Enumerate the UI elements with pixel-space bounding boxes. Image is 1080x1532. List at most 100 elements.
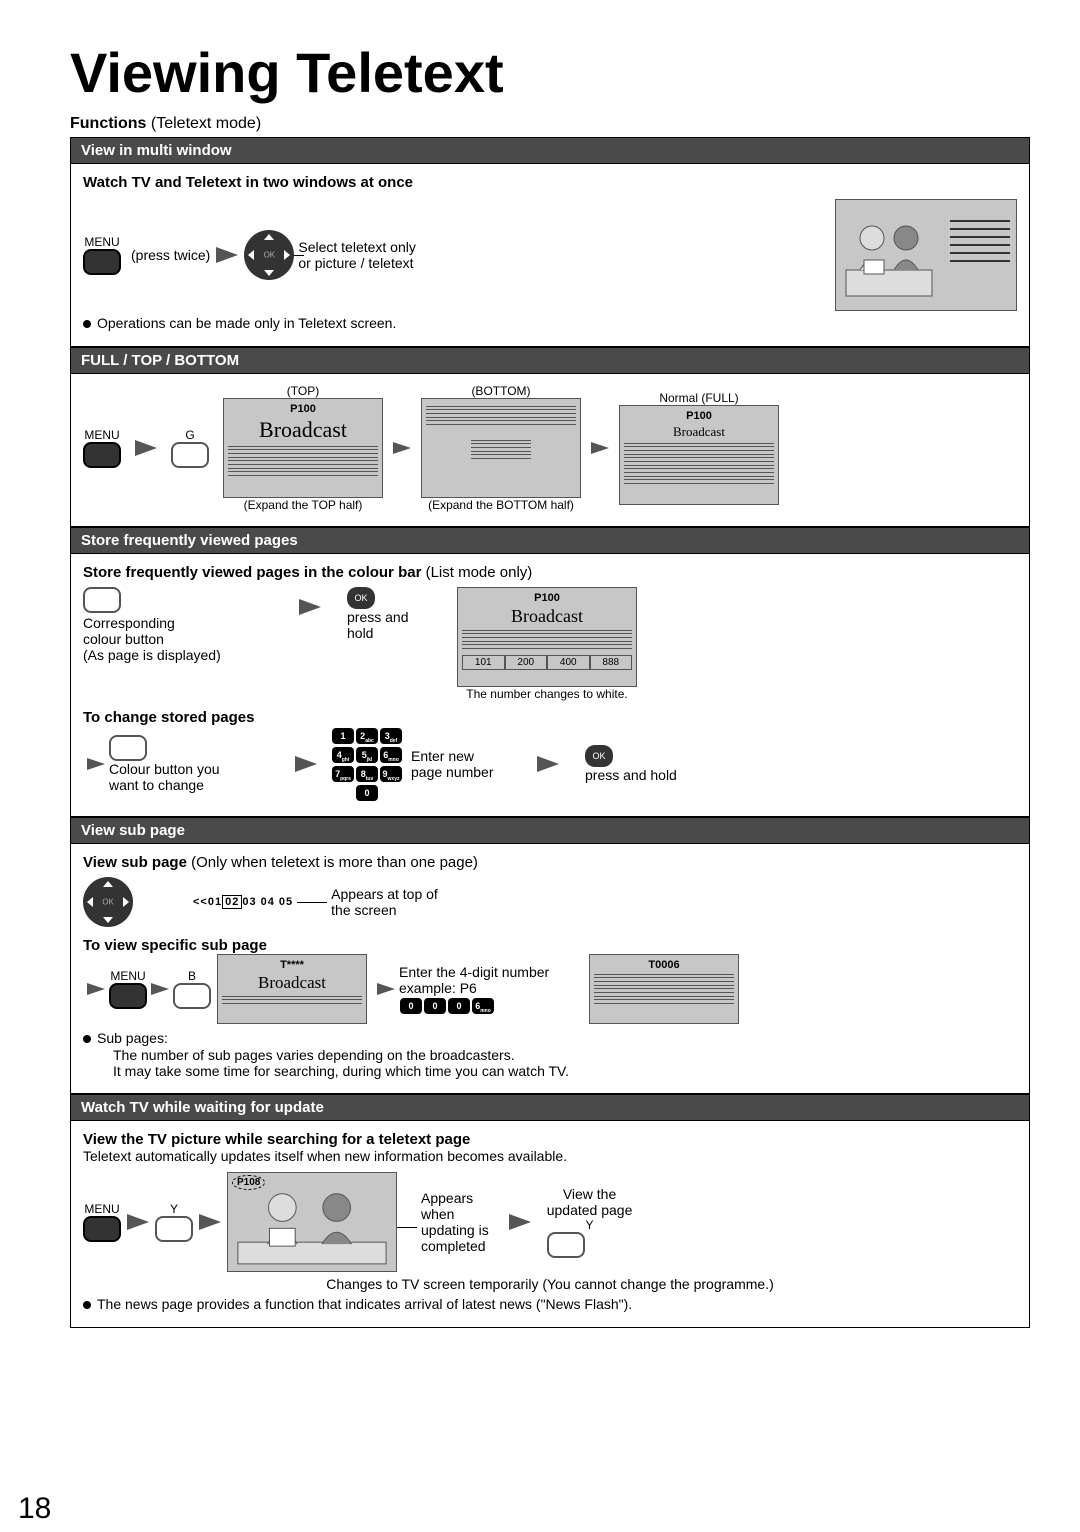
top-label: (TOP) xyxy=(223,384,383,398)
page-number-label: page number xyxy=(411,764,531,780)
broadcast-small-label: Broadcast xyxy=(624,424,774,440)
section-watch-update: View the TV picture while searching for … xyxy=(70,1121,1030,1328)
broadcast-label: Broadcast xyxy=(228,417,378,443)
dpad-icon xyxy=(244,230,294,280)
section-watch-update-header: Watch TV while waiting for update xyxy=(70,1094,1030,1121)
p100-tag: P100 xyxy=(624,410,774,422)
appears-when-label: Appears when updating is completed xyxy=(421,1190,489,1254)
view-tv-bold: View the TV picture while searching for … xyxy=(83,1131,470,1148)
tstar-tag: T**** xyxy=(222,959,362,971)
teletext-auto-label: Teletext automatically updates itself wh… xyxy=(83,1148,1017,1164)
t0006-tag: T0006 xyxy=(594,959,734,971)
section-full-top-bottom-header: FULL / TOP / BOTTOM xyxy=(70,347,1030,374)
yellow-button-icon xyxy=(155,1216,193,1242)
menu-button-icon xyxy=(83,442,121,468)
section-store-pages: Store frequently viewed pages in the col… xyxy=(70,554,1030,817)
view-sub-bold: View sub page xyxy=(83,854,187,871)
enter-new-label: Enter new xyxy=(411,748,531,764)
bullet-icon xyxy=(83,1301,91,1309)
colour-button-icon xyxy=(83,587,121,613)
bottom-label: (BOTTOM) xyxy=(421,384,581,398)
numpad-icon: 12abc3def 4ghi5jkl6mno 7pqrs8tuv9wxyz 0 xyxy=(331,726,403,802)
yellow-button-icon xyxy=(547,1232,585,1258)
colour-button-icon xyxy=(109,735,147,761)
menu-label: MENU xyxy=(83,235,121,249)
section-full-top-bottom: MENU G (TOP) P100 Broadcast (Expand the … xyxy=(70,374,1030,527)
example-label: example: P6 xyxy=(399,980,589,996)
arrow-icon xyxy=(216,247,238,263)
example-keys: 0006mno xyxy=(399,996,589,1015)
arrow-icon xyxy=(509,1214,531,1230)
tv-update-screen: P108 xyxy=(227,1172,397,1272)
arrow-icon xyxy=(199,1214,221,1230)
menu-label: MENU xyxy=(83,1202,121,1216)
arrow-icon xyxy=(87,983,105,995)
select-picture-label: or picture / teletext xyxy=(298,255,416,271)
menu-button-icon xyxy=(83,1216,121,1242)
arrow-icon xyxy=(295,756,317,772)
colour-button-you-label: Colour button you xyxy=(109,761,289,777)
corresponding-label: Corresponding xyxy=(83,615,293,631)
view-updated-label: View the updated page xyxy=(547,1186,633,1218)
normal-full-label: Normal (FULL) xyxy=(619,391,779,405)
arrow-icon xyxy=(377,983,395,995)
to-change-label: To change stored pages xyxy=(83,709,1017,726)
dpad-icon xyxy=(83,877,133,927)
colour-button-label: colour button xyxy=(83,631,293,647)
changes-note: Changes to TV screen temporarily (You ca… xyxy=(83,1276,1017,1292)
menu-label: MENU xyxy=(83,428,121,442)
sub-note2: It may take some time for searching, dur… xyxy=(113,1063,1017,1079)
press-hold-label: press and hold xyxy=(347,609,457,641)
blue-button-icon xyxy=(173,983,211,1009)
arrow-icon xyxy=(299,599,321,615)
as-page-displayed-label: (As page is displayed) xyxy=(83,647,293,663)
section-store-pages-header: Store frequently viewed pages xyxy=(70,527,1030,554)
blue-label: B xyxy=(173,969,211,983)
yellow-label: Y xyxy=(547,1218,633,1232)
bullet-icon xyxy=(83,320,91,328)
green-label: G xyxy=(171,428,209,442)
arrow-icon xyxy=(591,442,609,454)
arrow-icon xyxy=(151,983,169,995)
yellow-label: Y xyxy=(155,1202,193,1216)
colour-bar: 101 200 400 888 xyxy=(462,655,632,670)
press-hold-label: press and hold xyxy=(585,767,677,783)
view-sub-normal: (Only when teletext is more than one pag… xyxy=(187,854,478,871)
watch-tv-teletext-label: Watch TV and Teletext in two windows at … xyxy=(83,174,1017,191)
expand-top-label: (Expand the TOP half) xyxy=(223,498,383,512)
sub-note1: The number of sub pages varies depending… xyxy=(113,1047,1017,1063)
news-note: The news page provides a function that i… xyxy=(97,1296,632,1312)
section-multi-window: Watch TV and Teletext in two windows at … xyxy=(70,164,1030,347)
menu-label: MENU xyxy=(109,969,147,983)
page-title: Viewing Teletext xyxy=(70,40,1030,105)
enter-4digit-label: Enter the 4-digit number xyxy=(399,964,589,980)
menu-button-icon xyxy=(83,249,121,275)
broadcast-label: Broadcast xyxy=(462,606,632,627)
ok-button-icon: OK xyxy=(585,745,613,767)
to-view-specific-label: To view specific sub page xyxy=(83,937,1017,954)
want-to-change-label: want to change xyxy=(109,777,289,793)
section-multi-window-header: View in multi window xyxy=(70,137,1030,164)
expand-bottom-label: (Expand the BOTTOM half) xyxy=(421,498,581,512)
menu-button-icon xyxy=(109,983,147,1009)
p100-tag: P100 xyxy=(228,403,378,415)
appears-top-label: Appears at top of the screen xyxy=(331,886,438,918)
arrow-icon xyxy=(537,756,559,772)
operations-note: Operations can be made only in Teletext … xyxy=(97,315,396,331)
bullet-icon xyxy=(83,1035,91,1043)
subpage-bar: <<010203 04 05 xyxy=(193,896,293,908)
store-intro-normal: (List mode only) xyxy=(421,564,532,581)
section-sub-page-header: View sub page xyxy=(70,817,1030,844)
section-sub-page: View sub page (Only when teletext is mor… xyxy=(70,844,1030,1094)
number-changes-label: The number changes to white. xyxy=(457,687,637,701)
sub-pages-label: Sub pages: xyxy=(97,1030,168,1046)
broadcast-label: Broadcast xyxy=(222,973,362,993)
ok-button-icon: OK xyxy=(347,587,375,609)
tv-preview-screen xyxy=(835,199,1017,311)
p100-tag: P100 xyxy=(462,592,632,604)
select-teletext-label: Select teletext only xyxy=(298,239,416,255)
green-button-icon xyxy=(171,442,209,468)
arrow-icon xyxy=(127,1214,149,1230)
store-intro-bold: Store frequently viewed pages in the col… xyxy=(83,564,421,581)
arrow-icon xyxy=(393,442,411,454)
